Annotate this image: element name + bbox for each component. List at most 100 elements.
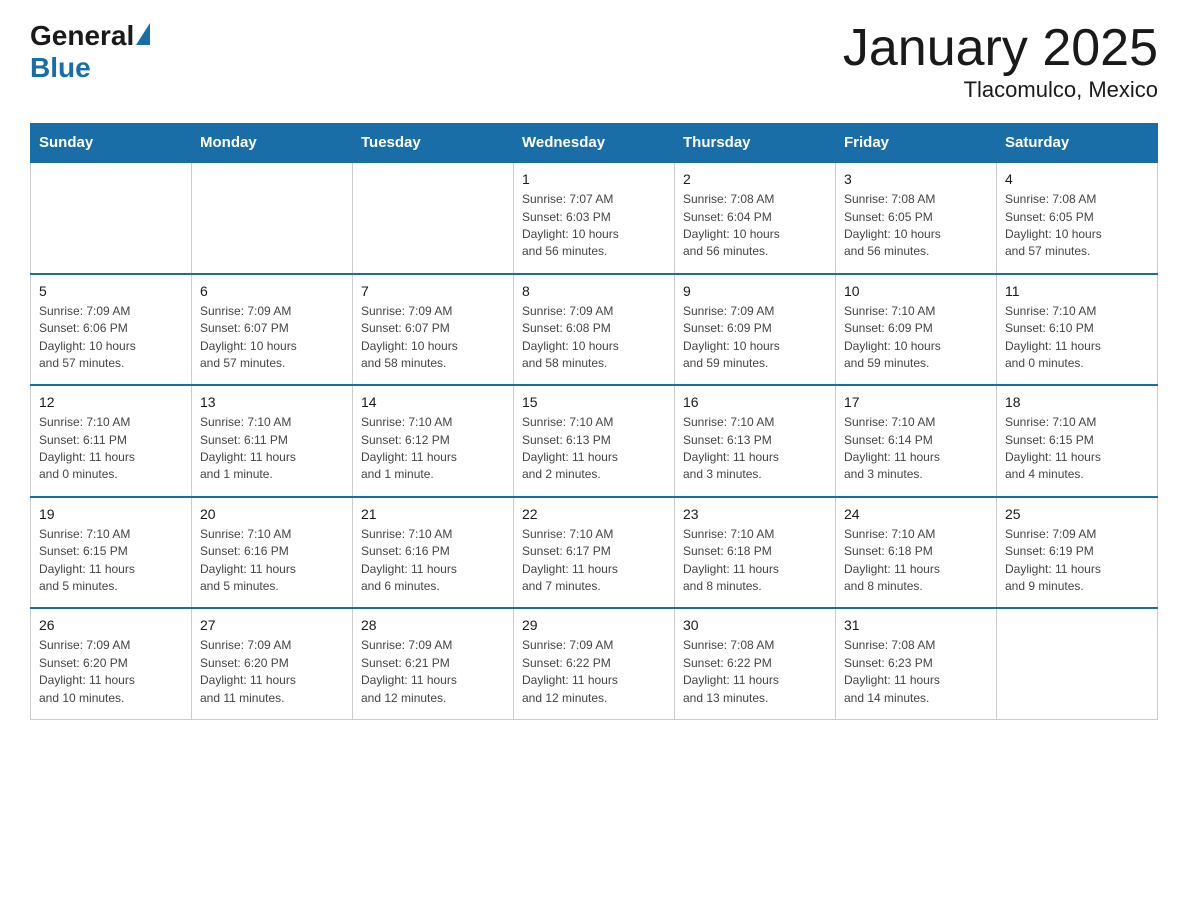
day-info: Sunrise: 7:10 AMSunset: 6:16 PMDaylight:…	[200, 526, 344, 596]
day-info: Sunrise: 7:10 AMSunset: 6:13 PMDaylight:…	[522, 414, 666, 484]
table-row: 6Sunrise: 7:09 AMSunset: 6:07 PMDaylight…	[192, 274, 353, 386]
day-info: Sunrise: 7:08 AMSunset: 6:22 PMDaylight:…	[683, 637, 827, 707]
day-info: Sunrise: 7:10 AMSunset: 6:18 PMDaylight:…	[683, 526, 827, 596]
calendar-week-row: 1Sunrise: 7:07 AMSunset: 6:03 PMDaylight…	[31, 162, 1158, 274]
table-row: 30 Sunrise: 7:08 AMSunset: 6:22 PMDayligh…	[675, 608, 836, 719]
day-info: Sunrise: 7:09 AMSunset: 6:07 PMDaylight:…	[200, 303, 344, 373]
logo-blue-text: Blue	[30, 52, 150, 84]
day-number: 28	[361, 617, 505, 633]
day-number: 25	[1005, 506, 1149, 522]
day-info: Sunrise: 7:10 AMSunset: 6:18 PMDaylight:…	[844, 526, 988, 596]
table-row: 14 Sunrise: 7:10 AMSunset: 6:12 PMDayligh…	[353, 385, 514, 497]
day-number: 9	[683, 283, 827, 299]
day-info: Sunrise: 7:09 AMSunset: 6:09 PMDaylight:…	[683, 303, 827, 373]
col-thursday: Thursday	[675, 124, 836, 163]
day-number: 8	[522, 283, 666, 299]
calendar-header-row: Sunday Monday Tuesday Wednesday Thursday…	[31, 124, 1158, 163]
day-info: Sunrise: 7:09 AMSunset: 6:19 PMDaylight:…	[1005, 526, 1149, 596]
table-row: 11 Sunrise: 7:10 AMSunset: 6:10 PMDayligh…	[997, 274, 1158, 386]
day-number: 1	[522, 171, 666, 187]
table-row: 27 Sunrise: 7:09 AMSunset: 6:20 PMDayligh…	[192, 608, 353, 719]
table-row: 3 Sunrise: 7:08 AMSunset: 6:05 PMDaylight…	[836, 162, 997, 274]
table-row	[192, 162, 353, 274]
table-row: 1Sunrise: 7:07 AMSunset: 6:03 PMDaylight…	[514, 162, 675, 274]
title-block: January 2025 Tlacomulco, Mexico	[843, 20, 1158, 103]
day-info: Sunrise: 7:09 AMSunset: 6:06 PMDaylight:…	[39, 303, 183, 373]
day-number: 16	[683, 394, 827, 410]
day-info: Sunrise: 7:10 AMSunset: 6:16 PMDaylight:…	[361, 526, 505, 596]
day-number: 20	[200, 506, 344, 522]
table-row: 9 Sunrise: 7:09 AMSunset: 6:09 PMDaylight…	[675, 274, 836, 386]
day-number: 3	[844, 171, 988, 187]
day-number: 11	[1005, 283, 1149, 299]
day-number: 23	[683, 506, 827, 522]
calendar-week-row: 19Sunrise: 7:10 AMSunset: 6:15 PMDayligh…	[31, 497, 1158, 609]
logo-general-text: General	[30, 20, 134, 52]
day-info: Sunrise: 7:08 AMSunset: 6:05 PMDaylight:…	[1005, 191, 1149, 261]
day-number: 4	[1005, 171, 1149, 187]
day-number: 31	[844, 617, 988, 633]
table-row: 31 Sunrise: 7:08 AMSunset: 6:23 PMDayligh…	[836, 608, 997, 719]
day-number: 19	[39, 506, 183, 522]
day-number: 15	[522, 394, 666, 410]
day-info: Sunrise: 7:10 AMSunset: 6:14 PMDaylight:…	[844, 414, 988, 484]
day-info: Sunrise: 7:09 AMSunset: 6:20 PMDaylight:…	[39, 637, 183, 707]
table-row: 25 Sunrise: 7:09 AMSunset: 6:19 PMDayligh…	[997, 497, 1158, 609]
col-wednesday: Wednesday	[514, 124, 675, 163]
logo-triangle-icon	[136, 23, 150, 45]
day-number: 29	[522, 617, 666, 633]
table-row: 8 Sunrise: 7:09 AMSunset: 6:08 PMDaylight…	[514, 274, 675, 386]
table-row: 26 Sunrise: 7:09 AMSunset: 6:20 PMDayligh…	[31, 608, 192, 719]
table-row: 12 Sunrise: 7:10 AMSunset: 6:11 PMDayligh…	[31, 385, 192, 497]
table-row: 4 Sunrise: 7:08 AMSunset: 6:05 PMDaylight…	[997, 162, 1158, 274]
day-number: 18	[1005, 394, 1149, 410]
table-row: 29Sunrise: 7:09 AMSunset: 6:22 PMDayligh…	[514, 608, 675, 719]
logo: General Blue	[30, 20, 150, 84]
table-row: 21 Sunrise: 7:10 AMSunset: 6:16 PMDayligh…	[353, 497, 514, 609]
day-info: Sunrise: 7:09 AMSunset: 6:08 PMDaylight:…	[522, 303, 666, 373]
table-row	[353, 162, 514, 274]
day-info: Sunrise: 7:10 AMSunset: 6:15 PMDaylight:…	[1005, 414, 1149, 484]
day-info: Sunrise: 7:08 AMSunset: 6:05 PMDaylight:…	[844, 191, 988, 261]
table-row: 18 Sunrise: 7:10 AMSunset: 6:15 PMDayligh…	[997, 385, 1158, 497]
day-info: Sunrise: 7:09 AMSunset: 6:07 PMDaylight:…	[361, 303, 505, 373]
day-number: 26	[39, 617, 183, 633]
day-number: 17	[844, 394, 988, 410]
col-sunday: Sunday	[31, 124, 192, 163]
day-number: 2	[683, 171, 827, 187]
day-number: 27	[200, 617, 344, 633]
table-row: 23 Sunrise: 7:10 AMSunset: 6:18 PMDayligh…	[675, 497, 836, 609]
table-row: 16Sunrise: 7:10 AMSunset: 6:13 PMDayligh…	[675, 385, 836, 497]
calendar-title: January 2025	[843, 20, 1158, 77]
calendar-week-row: 26 Sunrise: 7:09 AMSunset: 6:20 PMDayligh…	[31, 608, 1158, 719]
day-number: 30	[683, 617, 827, 633]
day-number: 21	[361, 506, 505, 522]
day-info: Sunrise: 7:10 AMSunset: 6:11 PMDaylight:…	[39, 414, 183, 484]
day-info: Sunrise: 7:09 AMSunset: 6:21 PMDaylight:…	[361, 637, 505, 707]
table-row: 15 Sunrise: 7:10 AMSunset: 6:13 PMDayligh…	[514, 385, 675, 497]
table-row: 24Sunrise: 7:10 AMSunset: 6:18 PMDayligh…	[836, 497, 997, 609]
table-row: 17 Sunrise: 7:10 AMSunset: 6:14 PMDayligh…	[836, 385, 997, 497]
day-info: Sunrise: 7:10 AMSunset: 6:09 PMDaylight:…	[844, 303, 988, 373]
table-row: 13Sunrise: 7:10 AMSunset: 6:11 PMDayligh…	[192, 385, 353, 497]
day-info: Sunrise: 7:08 AMSunset: 6:23 PMDaylight:…	[844, 637, 988, 707]
table-row: 19Sunrise: 7:10 AMSunset: 6:15 PMDayligh…	[31, 497, 192, 609]
table-row: 22Sunrise: 7:10 AMSunset: 6:17 PMDayligh…	[514, 497, 675, 609]
day-number: 22	[522, 506, 666, 522]
page-header: General Blue January 2025 Tlacomulco, Me…	[30, 20, 1158, 103]
day-number: 12	[39, 394, 183, 410]
table-row: 7Sunrise: 7:09 AMSunset: 6:07 PMDaylight…	[353, 274, 514, 386]
col-monday: Monday	[192, 124, 353, 163]
day-info: Sunrise: 7:08 AMSunset: 6:04 PMDaylight:…	[683, 191, 827, 261]
calendar-week-row: 12 Sunrise: 7:10 AMSunset: 6:11 PMDayligh…	[31, 385, 1158, 497]
day-number: 5	[39, 283, 183, 299]
table-row: 2 Sunrise: 7:08 AMSunset: 6:04 PMDaylight…	[675, 162, 836, 274]
day-info: Sunrise: 7:10 AMSunset: 6:10 PMDaylight:…	[1005, 303, 1149, 373]
day-info: Sunrise: 7:09 AMSunset: 6:20 PMDaylight:…	[200, 637, 344, 707]
col-tuesday: Tuesday	[353, 124, 514, 163]
table-row: 28 Sunrise: 7:09 AMSunset: 6:21 PMDayligh…	[353, 608, 514, 719]
day-number: 10	[844, 283, 988, 299]
day-info: Sunrise: 7:10 AMSunset: 6:12 PMDaylight:…	[361, 414, 505, 484]
day-number: 14	[361, 394, 505, 410]
table-row	[31, 162, 192, 274]
